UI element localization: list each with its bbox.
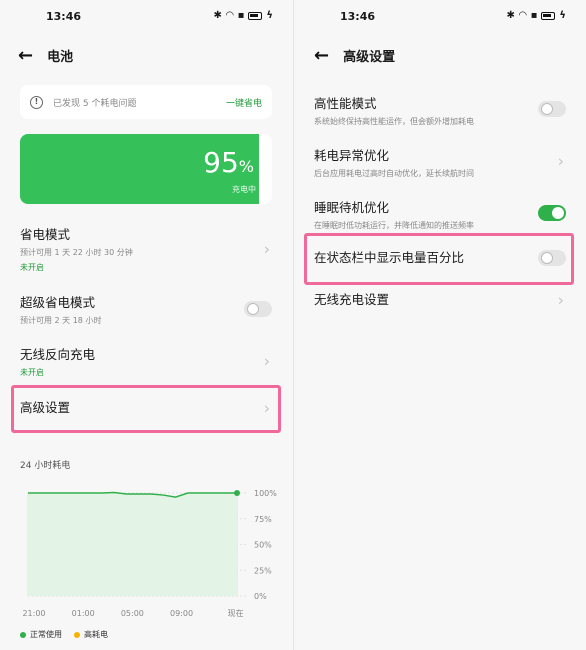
series-end-point — [234, 490, 240, 496]
row-title: 耗电异常优化 — [314, 148, 390, 163]
x-tick-label: 21:00 — [22, 609, 45, 618]
status-time: 13:46 — [46, 10, 82, 23]
bluetooth-icon: ✱ — [506, 10, 515, 21]
x-tick-label: 09:00 — [170, 609, 193, 618]
highlight-box — [11, 385, 281, 433]
legend-normal-dot — [20, 631, 26, 638]
series-area — [28, 492, 237, 596]
legend-high: 高耗电 — [74, 629, 108, 640]
row-title: 无线反向充电 — [20, 347, 96, 362]
y-tick-label: 100% — [254, 489, 277, 498]
power-saving-mode-row[interactable]: 省电模式 预计可用 1 天 22 小时 30 分钟 未开启 › — [20, 224, 276, 274]
battery-icon — [248, 11, 263, 20]
row-status: 未开启 — [20, 368, 44, 377]
page-header: ← 高级设置 — [314, 44, 395, 66]
row-status: 未开启 — [20, 263, 44, 272]
x-tick-label: 05:00 — [121, 609, 144, 618]
row-subtitle: 在睡眠时低功耗运行，并降低通知的推送频率 — [314, 221, 474, 230]
row-title: 睡眠待机优化 — [314, 200, 390, 215]
status-icons: ✱ ◠ ▪ ϟ — [507, 10, 566, 21]
legend-normal: 正常使用 — [20, 629, 62, 640]
page-header: ← 电池 — [18, 44, 73, 66]
wifi-icon: ◠ — [225, 10, 234, 21]
x-tick-label: 现在 — [228, 608, 244, 618]
y-tick-label: 0% — [254, 592, 267, 601]
battery-usage-chart: 100% 75% 50% 25% 0% 21:00 01:00 05:00 09:00 现在 — [22, 489, 277, 618]
battery-state: 充电中 — [232, 185, 256, 194]
notice-text: 已发现 5 个耗电问题 — [53, 98, 137, 109]
status-icons: ✱ ◠ ▪ ϟ — [214, 10, 273, 21]
high-performance-toggle[interactable] — [538, 101, 566, 117]
x-tick-label: 01:00 — [72, 609, 95, 618]
battery-panel: 13:46 ✱ ◠ ▪ ϟ ← 电池 ! 已发现 5 个耗电问题 一键省电 95… — [0, 0, 293, 650]
y-tick-label: 25% — [254, 566, 272, 575]
warning-icon: ! — [30, 95, 43, 109]
wireless-charging-settings-row[interactable]: 无线充电设置 › — [314, 290, 570, 310]
row-title: 省电模式 — [20, 227, 71, 242]
charging-bolt-icon: ϟ — [559, 10, 566, 21]
chevron-right-icon: › — [557, 151, 564, 171]
high-performance-row[interactable]: 高性能模式 系统始终保持高性能运作，但会额外增加耗电 — [314, 93, 570, 126]
status-time: 13:46 — [340, 10, 376, 23]
row-subtitle: 预计可用 1 天 22 小时 30 分钟 — [20, 248, 133, 257]
back-arrow-icon[interactable]: ← — [314, 45, 329, 66]
row-title: 高性能模式 — [314, 96, 377, 111]
page-title: 高级设置 — [343, 49, 396, 65]
sleep-standby-toggle[interactable] — [538, 205, 566, 221]
advanced-settings-panel: 13:46 ✱ ◠ ▪ ϟ ← 高级设置 高性能模式 系统始终保持高性能运作，但… — [293, 0, 586, 650]
y-tick-label: 50% — [254, 541, 272, 550]
one-tap-save-button[interactable]: 一键省电 — [226, 96, 262, 109]
super-power-saving-row[interactable]: 超级省电模式 预计可用 2 天 18 小时 — [20, 292, 276, 326]
row-subtitle: 预计可用 2 天 18 小时 — [20, 316, 102, 325]
power-issue-notice[interactable]: ! 已发现 5 个耗电问题 一键省电 — [20, 85, 272, 119]
signal-icon: ▪ — [530, 10, 538, 21]
wifi-icon: ◠ — [518, 10, 527, 21]
page-title: 电池 — [47, 49, 74, 65]
chevron-right-icon: › — [263, 239, 270, 259]
y-tick-label: 75% — [254, 515, 272, 524]
battery-level-card: 95% 充电中 — [20, 134, 272, 204]
bluetooth-icon: ✱ — [213, 10, 222, 21]
row-subtitle: 后台应用耗电过高时自动优化，延长续航时间 — [314, 169, 474, 178]
wireless-reverse-charge-row[interactable]: 无线反向充电 未开启 › — [20, 344, 276, 378]
chart-title: 24 小时耗电 — [20, 461, 71, 471]
back-arrow-icon[interactable]: ← — [18, 45, 33, 66]
chevron-right-icon: › — [263, 351, 270, 371]
charging-bolt-icon: ϟ — [266, 10, 273, 21]
battery-percent: 95% — [203, 146, 254, 179]
battery-icon — [541, 11, 556, 20]
signal-icon: ▪ — [237, 10, 245, 21]
highlight-box — [304, 233, 574, 285]
status-bar: 13:46 ✱ ◠ ▪ ϟ — [294, 8, 586, 26]
row-title: 超级省电模式 — [20, 295, 96, 310]
sleep-standby-optimization-row[interactable]: 睡眠待机优化 在睡眠时低功耗运行，并降低通知的推送频率 — [314, 197, 570, 230]
row-title: 无线充电设置 — [314, 292, 390, 307]
chart-legend: 正常使用 高耗电 — [20, 629, 108, 640]
row-subtitle: 系统始终保持高性能运作，但会额外增加耗电 — [314, 117, 474, 126]
status-bar: 13:46 ✱ ◠ ▪ ϟ — [0, 8, 293, 26]
abnormal-power-optimization-row[interactable]: 耗电异常优化 后台应用耗电过高时自动优化，延长续航时间 › — [314, 145, 570, 178]
super-power-saving-toggle[interactable] — [244, 301, 272, 317]
chevron-right-icon: › — [557, 290, 564, 310]
legend-high-dot — [74, 631, 80, 638]
